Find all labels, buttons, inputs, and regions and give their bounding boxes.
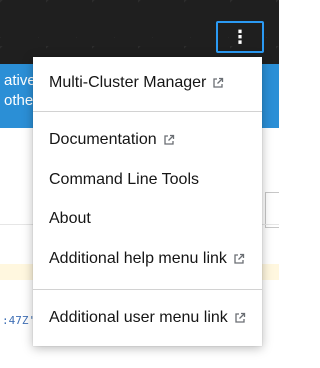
menu-item-documentation[interactable]: Documentation	[33, 121, 262, 159]
menu-separator	[33, 289, 262, 290]
menu-item-label: Documentation	[49, 131, 157, 148]
menu-item-command-line-tools[interactable]: Command Line Tools	[33, 161, 262, 199]
menu-item-multi-cluster-manager[interactable]: Multi-Cluster Manager	[33, 64, 262, 102]
external-link-icon	[163, 134, 174, 145]
menu-item-additional-user-link[interactable]: Additional user menu link	[33, 299, 262, 337]
menu-item-additional-help-link[interactable]: Additional help menu link	[33, 240, 262, 278]
kebab-menu-button[interactable]: ⋮	[216, 21, 264, 53]
masthead: ⋮	[0, 0, 279, 64]
menu-item-label: Additional user menu link	[49, 309, 228, 326]
menu-item-label: About	[49, 210, 91, 227]
timestamp-fragment: :47Z'	[2, 314, 36, 327]
menu-separator	[33, 111, 262, 112]
external-link-icon	[235, 312, 245, 323]
menu-item-label: Additional help menu link	[49, 250, 227, 267]
external-link-icon	[234, 253, 245, 264]
menu-item-label: Multi-Cluster Manager	[49, 74, 207, 91]
menu-item-label: Command Line Tools	[49, 171, 200, 188]
menu-item-about[interactable]: About	[33, 200, 262, 238]
external-link-icon	[213, 77, 224, 88]
kebab-icon: ⋮	[231, 27, 249, 47]
help-dropdown-menu: Multi-Cluster Manager Documentation Comm…	[33, 57, 262, 346]
background-input-edge[interactable]	[265, 192, 279, 228]
